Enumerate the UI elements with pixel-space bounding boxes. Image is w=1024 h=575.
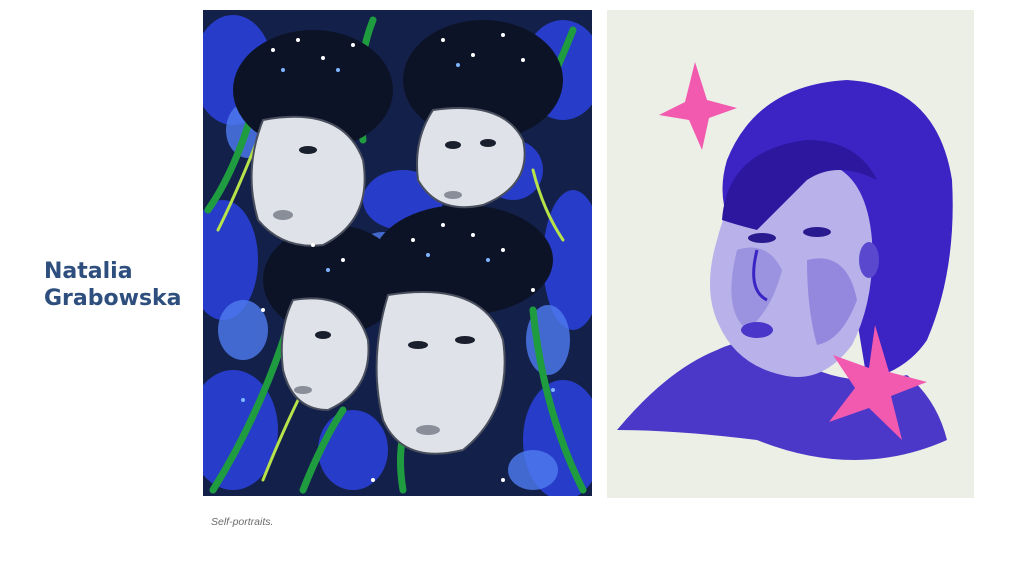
artist-first-name: Natalia <box>44 259 133 284</box>
painting-four-faces-icon <box>203 10 592 496</box>
artist-last-name: Grabowska <box>44 286 182 311</box>
artist-name: Natalia Grabowska <box>44 258 204 312</box>
drawing-blue-portrait-icon <box>607 10 974 498</box>
artwork-caption: Self-portraits. <box>211 516 274 528</box>
self-portrait-drawing-image <box>607 10 974 498</box>
self-portrait-painting-image <box>203 10 592 496</box>
